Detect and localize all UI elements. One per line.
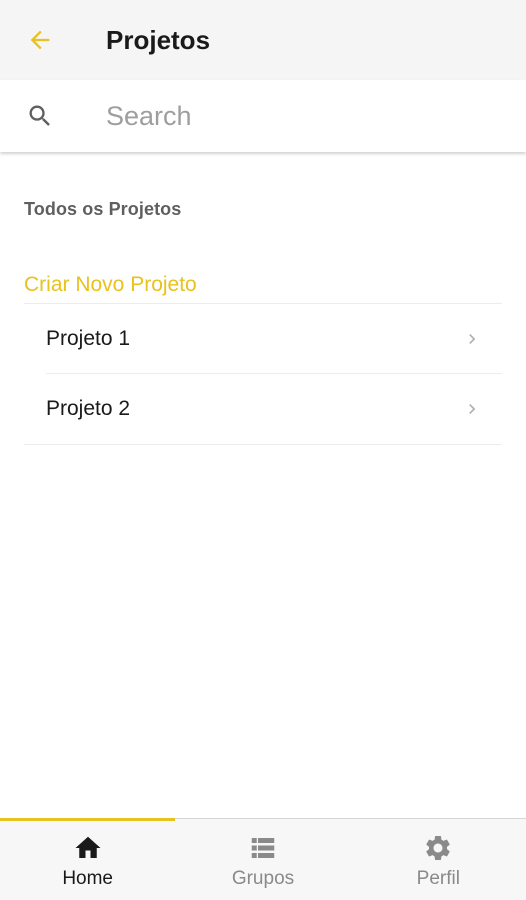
bottom-nav: Home Grupos Perfil bbox=[0, 818, 526, 900]
section-header: Todos os Projetos bbox=[24, 199, 182, 219]
gear-icon bbox=[426, 836, 450, 860]
project-item-label: Projeto 1 bbox=[46, 326, 131, 350]
page-title: Projetos bbox=[106, 25, 211, 55]
arrow-back-icon bbox=[30, 30, 50, 50]
search-bar bbox=[0, 80, 526, 152]
home-icon bbox=[75, 836, 101, 858]
tab-perfil[interactable]: Perfil bbox=[351, 819, 526, 900]
active-tab-indicator bbox=[0, 818, 176, 821]
back-button[interactable] bbox=[20, 20, 60, 60]
tab-home[interactable]: Home bbox=[0, 818, 176, 900]
app-bar: Projetos bbox=[0, 0, 526, 80]
tab-label: Home bbox=[62, 868, 113, 889]
project-list-item[interactable]: Projeto 2 bbox=[46, 374, 502, 444]
create-project-link[interactable]: Criar Novo Projeto bbox=[24, 273, 197, 297]
tab-label: Perfil bbox=[416, 868, 460, 889]
search-icon[interactable] bbox=[26, 102, 54, 130]
search-input[interactable] bbox=[106, 98, 506, 134]
project-item-label: Projeto 2 bbox=[46, 397, 131, 420]
tab-grupos[interactable]: Grupos bbox=[175, 819, 350, 900]
chevron-right-icon bbox=[469, 404, 476, 414]
tab-label: Grupos bbox=[231, 868, 295, 889]
chevron-right-icon bbox=[469, 334, 476, 344]
divider bbox=[24, 444, 502, 445]
project-list-item[interactable]: Projeto 1 bbox=[46, 304, 502, 374]
list-icon bbox=[251, 838, 275, 858]
